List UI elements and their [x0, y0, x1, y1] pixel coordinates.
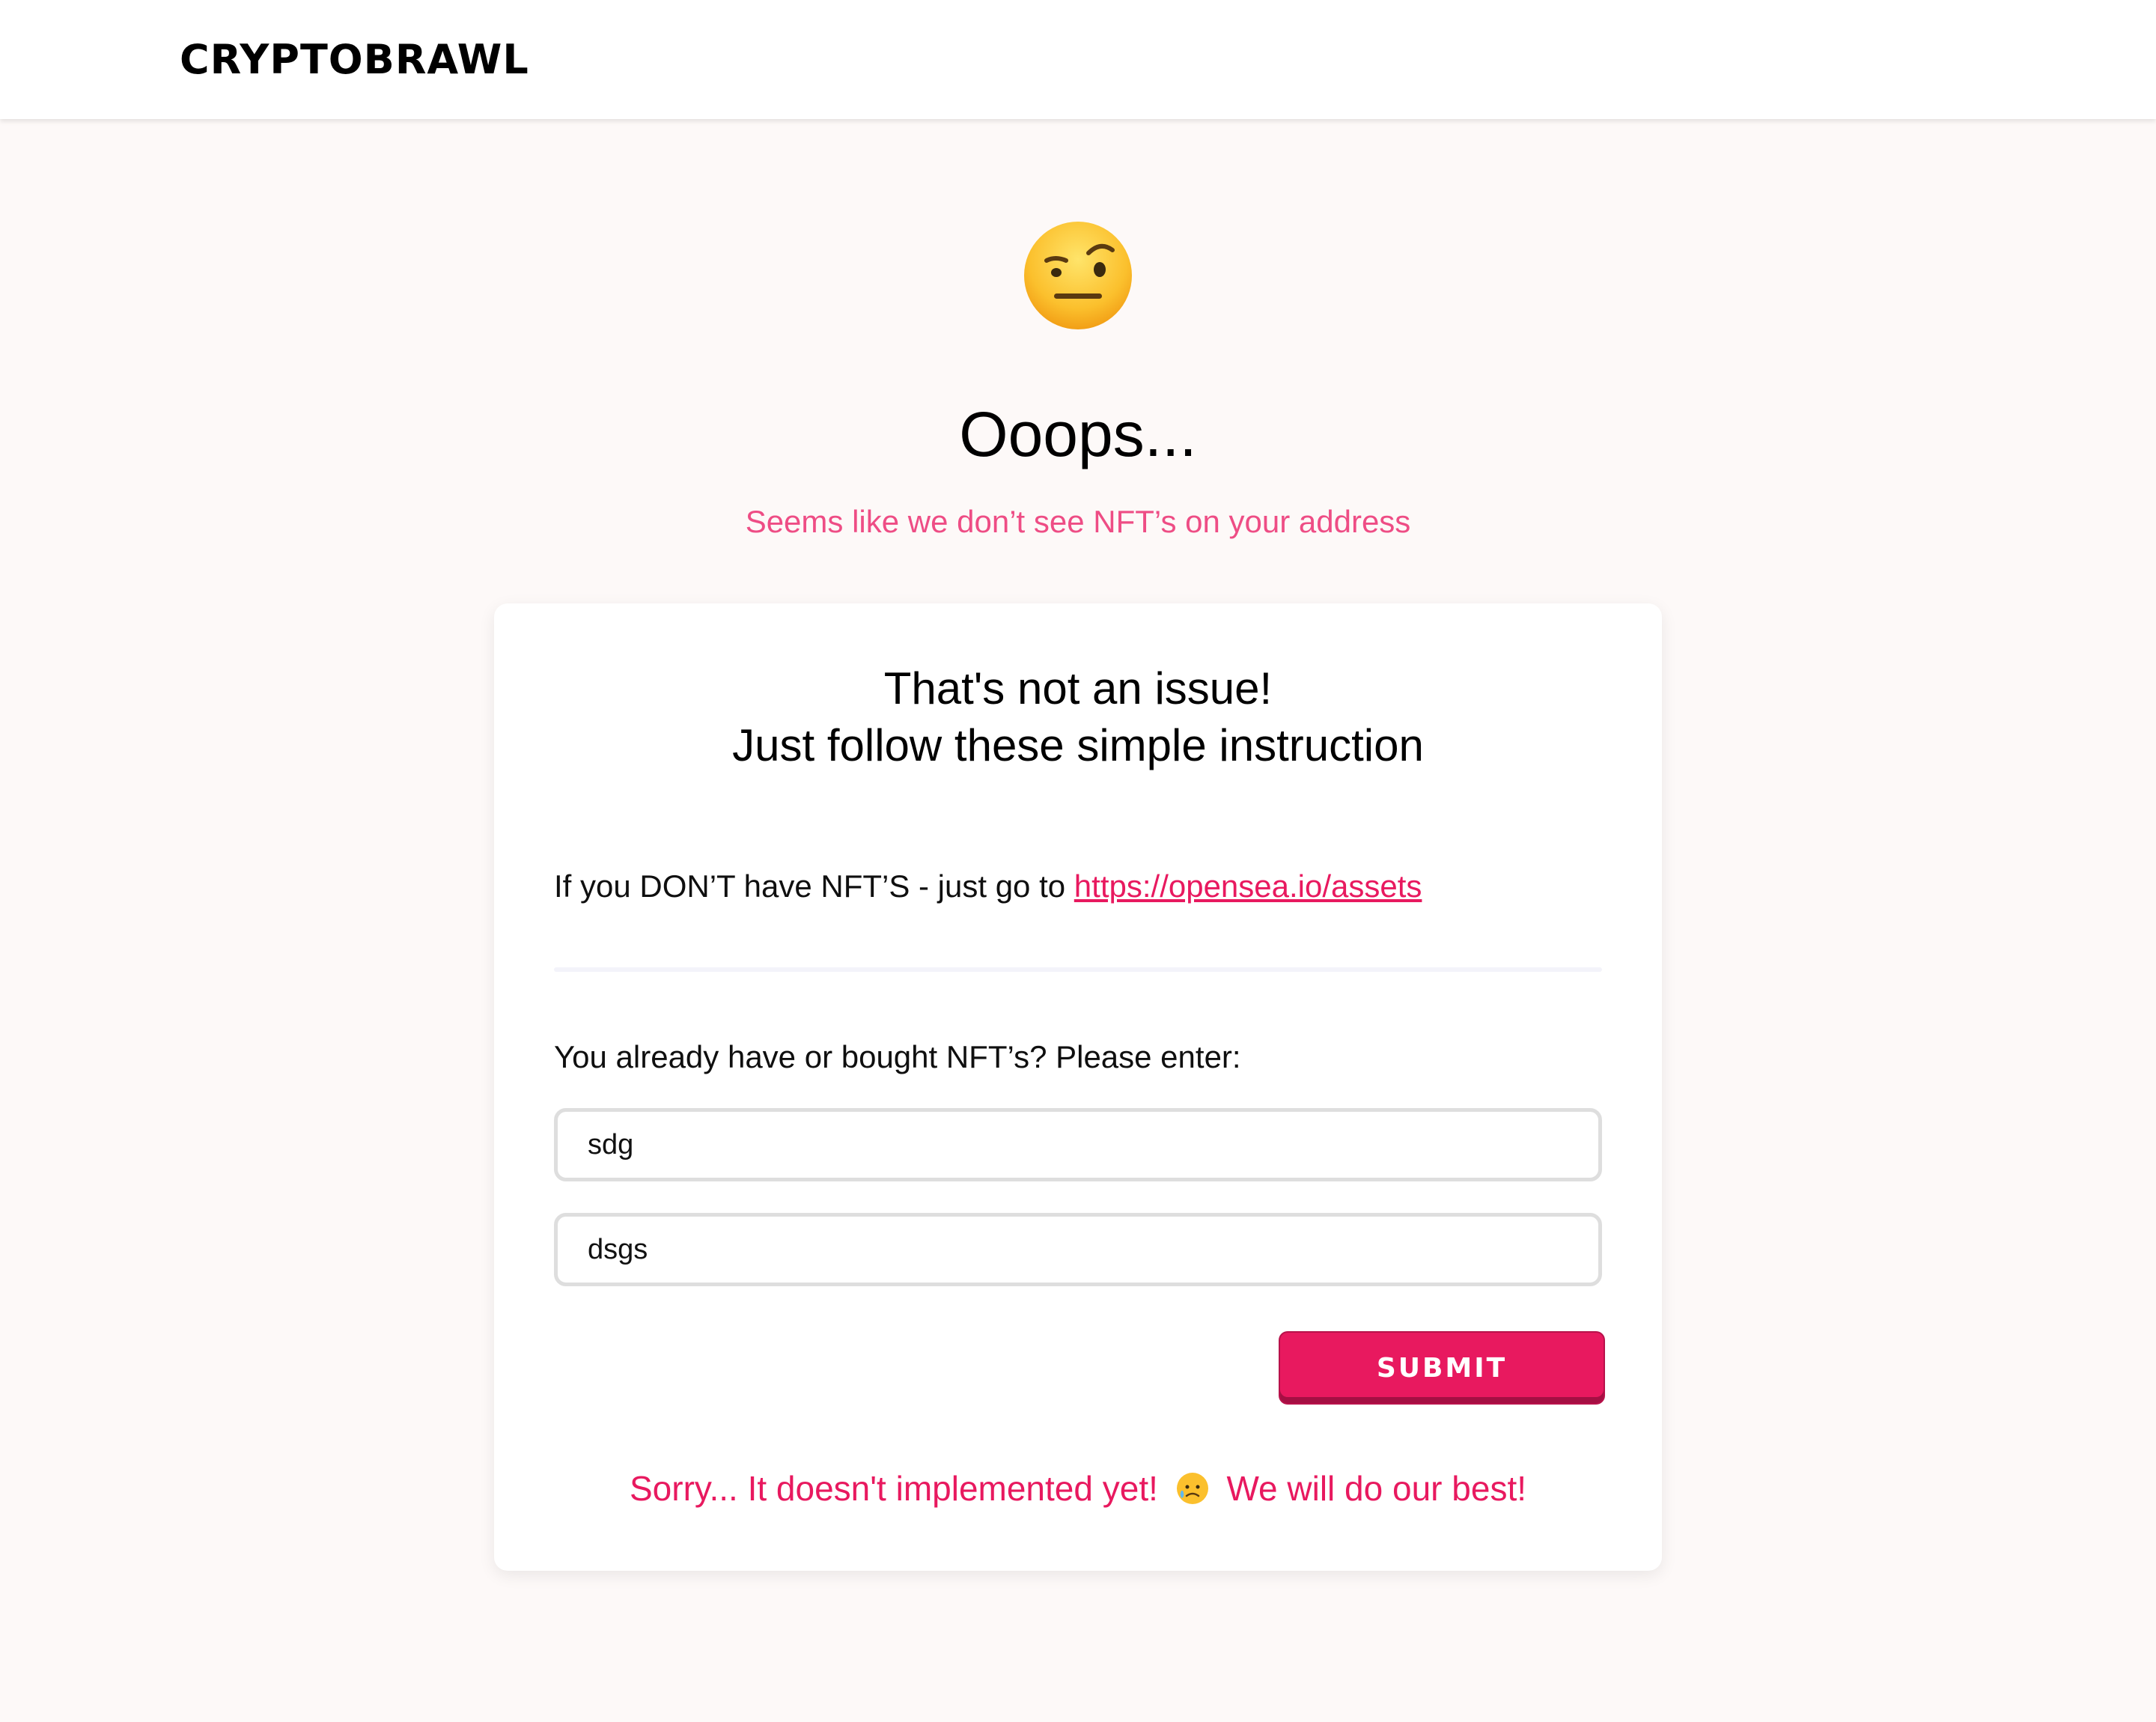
instruction-card: That's not an issue! Just follow these s… — [494, 603, 1662, 1571]
sad-sweat-face-icon — [1176, 1472, 1208, 1504]
sorry-text: Sorry... It doesn't implemented yet! — [629, 1469, 1158, 1508]
submit-button[interactable]: SUBMIT — [1280, 1333, 1604, 1403]
not-implemented-message: Sorry... It doesn't implemented yet! We … — [494, 1464, 1662, 1512]
best-text: We will do our best! — [1226, 1469, 1526, 1508]
page-title: Ooops... — [959, 399, 1197, 469]
brand-logo[interactable]: CRYPTOBRAWL — [180, 30, 529, 90]
no-nft-instruction: If you DON’T have NFT’S - just go to htt… — [554, 864, 1422, 909]
card-heading-line-2: Just follow these simple instruction — [732, 720, 1424, 770]
card-heading-line-1: That's not an issue! — [883, 663, 1273, 714]
no-nft-text: If you DON’T have NFT’S - just go to — [554, 868, 1074, 904]
top-navigation-bar: CRYPTOBRAWL — [0, 0, 2156, 119]
nft-input-2[interactable] — [554, 1213, 1602, 1286]
opensea-link[interactable]: https://opensea.io/assets — [1074, 868, 1422, 904]
page-subtitle: Seems like we don’t see NFT’s on your ad… — [745, 504, 1411, 539]
have-nft-prompt: You already have or bought NFT’s? Please… — [554, 1039, 1241, 1074]
raised-eyebrow-face-icon — [1024, 222, 1132, 329]
section-divider — [554, 967, 1602, 972]
card-heading: That's not an issue! Just follow these s… — [494, 660, 1662, 774]
nft-input-1[interactable] — [554, 1108, 1602, 1181]
